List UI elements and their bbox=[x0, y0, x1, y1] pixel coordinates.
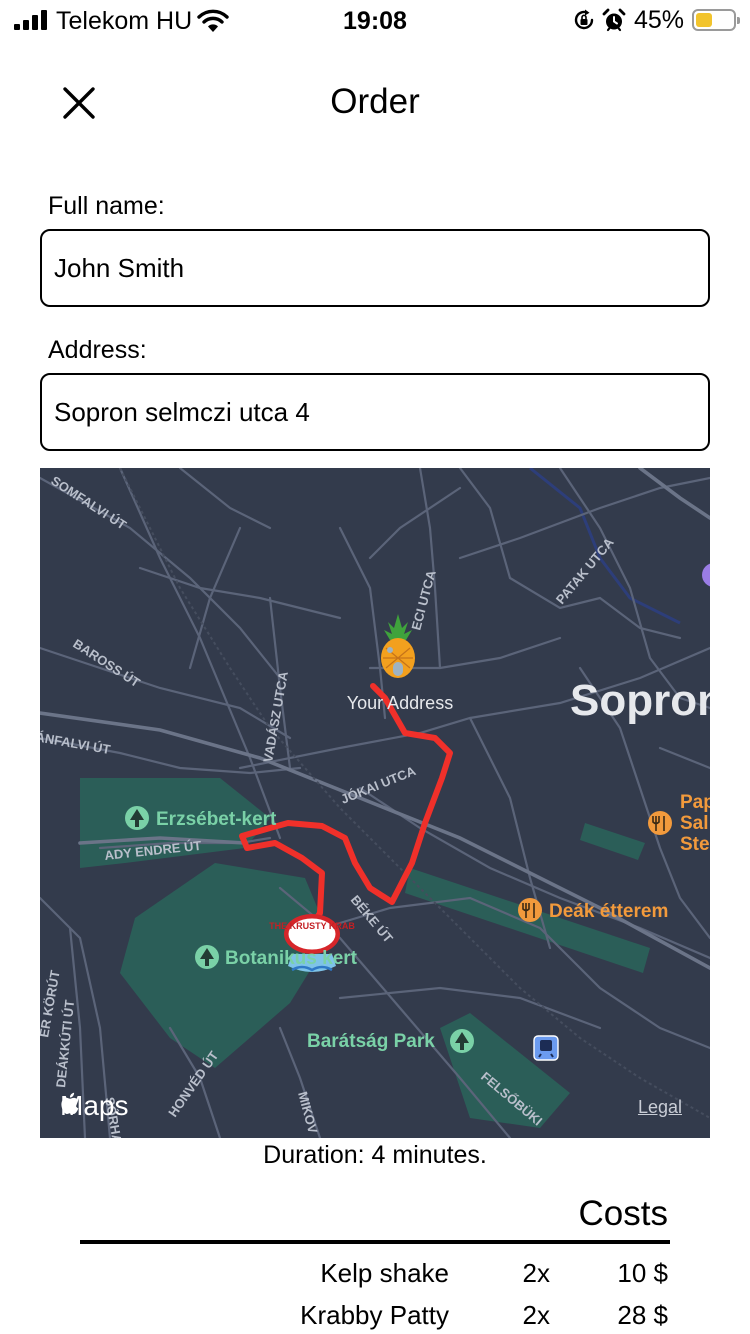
poi-label: Ste bbox=[680, 834, 710, 855]
address-label: Address: bbox=[48, 336, 147, 364]
poi-label: Botanikus kert bbox=[225, 948, 358, 969]
street-label: MIKOV bbox=[295, 1090, 321, 1135]
street-label: HONVÉD ÚT bbox=[165, 1048, 221, 1119]
park-strip-small bbox=[580, 823, 645, 860]
battery-level bbox=[696, 13, 713, 27]
cost-item-price: 10 $ bbox=[617, 1258, 668, 1288]
poi-label: Sal bbox=[680, 813, 709, 834]
status-bar: Telekom HU 19:08 45% bbox=[0, 0, 750, 40]
street-label: BAROSS ÚT bbox=[70, 636, 142, 690]
costs-title: Costs bbox=[578, 1194, 668, 1233]
maps-attribution: Maps bbox=[60, 1090, 128, 1122]
restaurant-icon bbox=[518, 898, 542, 922]
poi-label: Barátság Park bbox=[307, 1031, 435, 1052]
cost-row: Krabby Patty 2x 28 $ bbox=[80, 1300, 670, 1334]
signal-icon bbox=[14, 10, 48, 30]
krusty-krab-text: THE KRUSTY KRAB bbox=[269, 921, 355, 931]
poi-label: Erzsébet-kert bbox=[156, 809, 277, 830]
route-map[interactable]: THE KRUSTY KRAB SOMFALVI ÚT BAROSS ÚT ÁN… bbox=[40, 468, 710, 1138]
street-label: VADÁSZ UTCA bbox=[260, 670, 291, 764]
carrier-name: Telekom HU bbox=[56, 7, 193, 35]
cost-item-price: 28 $ bbox=[617, 1300, 668, 1330]
apple-logo-icon bbox=[61, 1092, 79, 1115]
battery-percent: 45% bbox=[633, 5, 684, 34]
street-label: SOMFALVI ÚT bbox=[48, 473, 129, 533]
restaurant-icon bbox=[648, 811, 672, 835]
costs-divider bbox=[80, 1240, 670, 1244]
address-input[interactable] bbox=[40, 373, 710, 451]
city-label: Sopron bbox=[570, 676, 710, 725]
cost-row: Kelp shake 2x 10 $ bbox=[80, 1258, 670, 1298]
page-title: Order bbox=[330, 82, 420, 121]
poi-icon bbox=[702, 563, 710, 587]
full-name-input[interactable] bbox=[40, 229, 710, 307]
status-indicators: 45% bbox=[572, 5, 740, 34]
full-name-label: Full name: bbox=[48, 192, 165, 220]
street-label: ECI UTCA bbox=[408, 568, 439, 632]
alarm-icon bbox=[602, 8, 626, 32]
street-label: DEÁKKÚTI ÚT bbox=[53, 999, 77, 1088]
poi-label: Pap bbox=[680, 792, 710, 813]
duration-text: Duration: 4 minutes. bbox=[263, 1141, 487, 1169]
poi-label: Deák étterem bbox=[549, 901, 668, 922]
wifi-icon bbox=[197, 9, 229, 32]
cost-item-qty: 2x bbox=[522, 1300, 550, 1330]
battery-icon bbox=[692, 9, 740, 31]
legal-link[interactable]: Legal bbox=[638, 1097, 682, 1118]
train-station-icon bbox=[533, 1035, 559, 1061]
cost-item-name: Kelp shake bbox=[320, 1258, 449, 1288]
street-label: PATAK UTCA bbox=[553, 534, 617, 607]
cost-item-name: Krabby Patty bbox=[300, 1300, 449, 1330]
map-canvas: THE KRUSTY KRAB SOMFALVI ÚT BAROSS ÚT ÁN… bbox=[40, 468, 710, 1138]
street-label: ÁNFALVI ÚT bbox=[40, 729, 112, 757]
rotation-lock-icon bbox=[574, 9, 594, 30]
cost-item-qty: 2x bbox=[522, 1258, 550, 1288]
your-address-label: Your Address bbox=[347, 693, 453, 713]
